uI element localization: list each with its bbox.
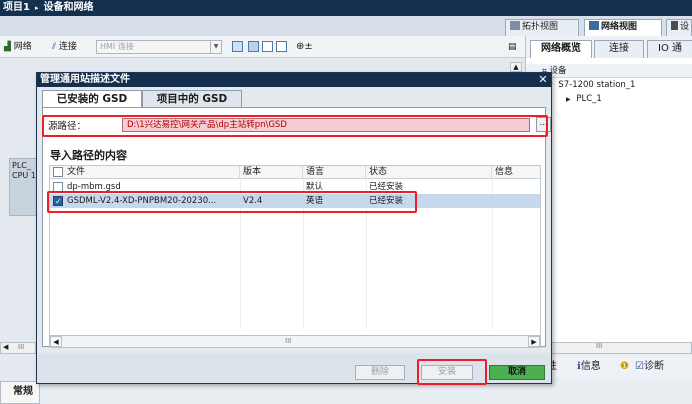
scroll-right-icon[interactable]: ▶ bbox=[528, 336, 540, 347]
plc-name: PLC_ bbox=[12, 161, 31, 170]
overview-scroll-thumb[interactable]: III bbox=[596, 342, 602, 350]
row-info bbox=[492, 194, 540, 208]
delete-button[interactable]: 删除 bbox=[355, 365, 405, 380]
breadcrumb: 项目1 ▸ 设备和网络 bbox=[0, 0, 692, 16]
tab-network-view[interactable]: 网络视图 bbox=[584, 19, 662, 36]
scroll-thumb[interactable]: III bbox=[18, 343, 24, 351]
col-version[interactable]: 版本 bbox=[240, 166, 303, 179]
row-info bbox=[492, 180, 540, 194]
highlight-source-path bbox=[42, 115, 548, 137]
zoom-icon[interactable]: ⊕± bbox=[296, 40, 313, 54]
window-layout-icon[interactable]: ▤ bbox=[508, 40, 517, 54]
network-data-icon[interactable] bbox=[248, 41, 259, 52]
network-icon bbox=[589, 21, 599, 30]
col-info[interactable]: 信息 bbox=[492, 166, 540, 179]
tab-info[interactable]: ℹ信息 bbox=[577, 356, 601, 378]
address-icon[interactable] bbox=[232, 41, 243, 52]
plc-cpu: CPU 1 bbox=[12, 171, 36, 180]
network-toolbar: ▟ 网络 ⫽ 连接 HMI 连接 ▼ ⊕± ▤ bbox=[0, 36, 525, 58]
table-header: 文件 版本 语言 状态 信息 bbox=[50, 166, 540, 179]
topology-icon bbox=[510, 21, 520, 30]
chevron-down-icon: ▼ bbox=[210, 41, 221, 53]
tab-network-overview[interactable]: 网络概览 bbox=[530, 40, 592, 58]
table-hscrollbar[interactable]: ◀ III ▶ bbox=[49, 335, 541, 348]
scroll-left-icon[interactable]: ◀ bbox=[3, 343, 8, 351]
col-status[interactable]: 状态 bbox=[366, 166, 492, 179]
cancel-button[interactable]: 取消 bbox=[489, 365, 545, 380]
diagnostics-icon: ☑ bbox=[635, 361, 644, 372]
highlight-install-button bbox=[417, 359, 487, 385]
connection-button[interactable]: ⫽ 连接 bbox=[52, 40, 77, 54]
hmi-connection-select[interactable]: HMI 连接 ▼ bbox=[96, 40, 222, 54]
highlight-selected-row bbox=[47, 191, 417, 213]
select-all-checkbox[interactable] bbox=[53, 167, 63, 177]
scroll-thumb[interactable]: III bbox=[285, 336, 291, 347]
canvas-scroll-up-icon[interactable]: ▲ bbox=[510, 62, 522, 72]
breadcrumb-section[interactable]: 设备和网络 bbox=[43, 2, 93, 13]
plc-device-box[interactable]: PLC_ CPU 1 bbox=[9, 158, 39, 216]
network-mode-icon: ▟ bbox=[4, 42, 11, 52]
view-tabs: 拓扑视图 网络视图 设 bbox=[0, 16, 692, 36]
tab-io-communication[interactable]: IO 通 bbox=[647, 40, 692, 58]
device-icon bbox=[671, 21, 678, 30]
tab-general[interactable]: 常规 bbox=[0, 381, 40, 404]
expand-right-icon[interactable]: ▶ bbox=[566, 96, 571, 103]
col-language[interactable]: 语言 bbox=[303, 166, 366, 179]
warning-icon: ❶ bbox=[620, 361, 629, 372]
network-button[interactable]: ▟ 网络 bbox=[4, 40, 32, 54]
manage-gsd-dialog: 管理通用站描述文件 ✕ 已安装的 GSD 项目中的 GSD 源路径： D:\1兴… bbox=[36, 72, 552, 385]
scroll-left-icon[interactable]: ◀ bbox=[50, 336, 62, 347]
tab-diagnostics[interactable]: ☑诊断 bbox=[635, 356, 664, 378]
columns-icon[interactable] bbox=[276, 41, 287, 52]
dialog-title: 管理通用站描述文件 bbox=[37, 73, 551, 87]
tab-topology-view[interactable]: 拓扑视图 bbox=[505, 19, 579, 36]
connection-icon: ⫽ bbox=[52, 42, 57, 52]
table-icon[interactable] bbox=[262, 41, 273, 52]
breadcrumb-separator-icon: ▸ bbox=[34, 4, 39, 12]
tab-connections[interactable]: 连接 bbox=[594, 40, 644, 58]
breadcrumb-project[interactable]: 项目1 bbox=[3, 2, 30, 13]
import-path-content-title: 导入路径的内容 bbox=[50, 149, 127, 162]
overview-tabs: 网络概览 连接 IO 通 bbox=[526, 36, 692, 58]
close-icon[interactable]: ✕ bbox=[537, 73, 549, 86]
col-file[interactable]: 文件 bbox=[64, 166, 240, 179]
tab-installed-gsd[interactable]: 已安装的 GSD bbox=[42, 90, 142, 107]
tab-project-gsd[interactable]: 项目中的 GSD bbox=[142, 90, 242, 107]
tab-device-view[interactable]: 设 bbox=[666, 19, 692, 36]
canvas-hscrollbar[interactable]: ◀ III bbox=[0, 342, 36, 354]
